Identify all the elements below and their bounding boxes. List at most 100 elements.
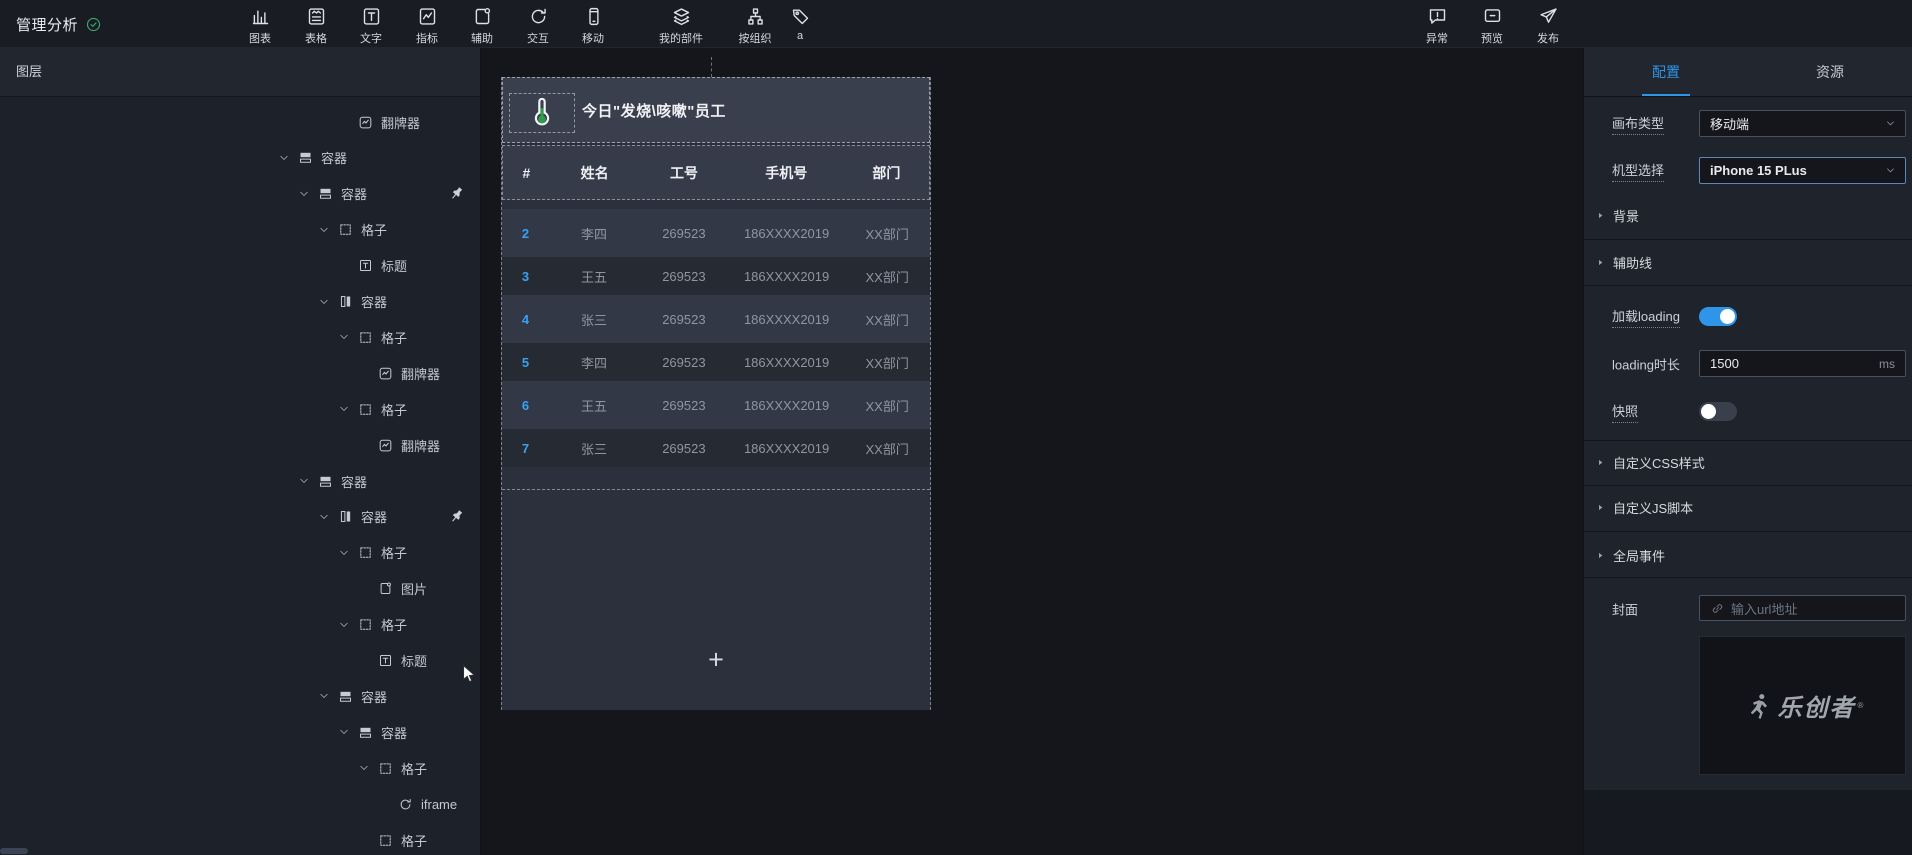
toolbar-item-label: 指标 (416, 30, 438, 46)
toolbar-item-7[interactable]: 移动 (557, 3, 629, 46)
chevron-down-icon[interactable] (318, 511, 338, 523)
add-component-area[interactable]: + (502, 489, 930, 710)
tree-item-label: 格子 (381, 400, 407, 419)
toolbar-item-10[interactable]: a (764, 3, 836, 42)
canvas[interactable]: 今日"发烧\咳嗽"员工 #姓名工号手机号部门 2李四269523186XXXX2… (481, 48, 1583, 855)
loading-duration-label: loading时长 (1612, 355, 1680, 374)
section-guides[interactable]: 辅助线 (1584, 250, 1912, 274)
section-custom-js[interactable]: 自定义JS脚本 (1584, 495, 1912, 519)
chevron-down-icon[interactable] (358, 762, 378, 774)
tree-item-label: 格子 (401, 759, 427, 778)
title-container[interactable]: 今日"发烧\咳嗽"员工 (502, 77, 930, 143)
cell-phone: 186XXXX2019 (729, 269, 845, 284)
table-row[interactable]: 7张三269523186XXXX2019XX部门 (502, 429, 930, 467)
app-root: { "app": { "title": "管理分析" }, "toolbar":… (0, 0, 1912, 855)
thermometer-box[interactable] (509, 93, 575, 133)
toolbar-action-3[interactable]: 发布 (1512, 3, 1584, 46)
tree-item[interactable]: 容器 (338, 720, 407, 744)
tree-item[interactable]: 格子 (338, 541, 407, 565)
mobile-icon (583, 6, 604, 27)
tree-item[interactable]: 容器 (298, 469, 367, 493)
chevron-down-icon[interactable] (298, 475, 318, 487)
tree-item[interactable]: 格子 (338, 325, 407, 349)
active-tab-underline (1642, 94, 1690, 96)
cell-name: 李四 (549, 353, 639, 372)
tree-item[interactable]: 容器 (318, 684, 387, 708)
tree-item[interactable]: 标题 (358, 649, 427, 673)
pin-icon[interactable] (448, 185, 465, 202)
cover-url-input[interactable]: 输入url地址 (1699, 595, 1906, 621)
tree-item[interactable]: 容器 (318, 505, 387, 529)
chevron-down-icon[interactable] (318, 296, 338, 308)
caret-right-icon (1596, 210, 1605, 221)
divider (1584, 285, 1912, 286)
chevron-down-icon[interactable] (318, 224, 338, 236)
tree-item[interactable]: 翻牌器 (358, 361, 440, 385)
tree-item[interactable]: 格子 (358, 756, 427, 780)
tree-item[interactable]: 容器 (298, 182, 367, 206)
artboard[interactable]: 今日"发烧\咳嗽"员工 #姓名工号手机号部门 2李四269523186XXXX2… (501, 77, 931, 710)
pin-icon[interactable] (448, 508, 465, 525)
section-custom-css[interactable]: 自定义CSS样式 (1584, 450, 1912, 474)
table-row[interactable]: 5李四269523186XXXX2019XX部门 (502, 343, 930, 381)
toolbar-item-8[interactable]: 我的部件 (645, 3, 717, 46)
chevron-down-icon[interactable] (338, 547, 358, 559)
chevron-down-icon[interactable] (338, 726, 358, 738)
container-h-icon (338, 689, 353, 704)
device-select[interactable]: iPhone 15 PLus (1699, 157, 1906, 184)
snapshot-label: 快照 (1612, 401, 1638, 423)
grid-icon (358, 545, 373, 560)
table-row[interactable]: 6王五269523186XXXX2019XX部门 (502, 381, 930, 429)
tab-config[interactable]: 配置 (1584, 48, 1748, 96)
divider (1584, 577, 1912, 578)
tree-item-label: 图片 (401, 579, 427, 598)
add-component-button[interactable]: + (708, 645, 724, 676)
tree-item[interactable]: 图片 (358, 577, 427, 601)
section-background[interactable]: 背景 (1584, 203, 1912, 227)
cell-name: 张三 (549, 439, 639, 458)
tree-item[interactable]: 格子 (338, 613, 407, 637)
divider (1584, 440, 1912, 441)
loading-duration-input[interactable]: 1500 ms (1699, 350, 1906, 377)
panel-bottom-area (1584, 790, 1912, 855)
chevron-down-icon[interactable] (298, 188, 318, 200)
tree-item[interactable]: 格子 (338, 397, 407, 421)
tree-item[interactable]: 格子 (318, 218, 387, 242)
artboard-title[interactable]: 今日"发烧\咳嗽"员工 (582, 78, 726, 142)
container-v-icon (338, 294, 353, 309)
tree-item[interactable]: 翻牌器 (338, 110, 420, 134)
chevron-down-icon[interactable] (318, 690, 338, 702)
chevron-down-icon[interactable] (278, 152, 298, 164)
project-title: 管理分析 (16, 14, 78, 35)
tree-item[interactable]: 容器 (278, 146, 347, 170)
chevron-down-icon[interactable] (338, 619, 358, 631)
snapshot-toggle[interactable] (1699, 402, 1737, 421)
chevron-down-icon[interactable] (338, 403, 358, 415)
table-header[interactable]: #姓名工号手机号部门 (502, 145, 930, 200)
title-icon (358, 258, 373, 273)
table-row[interactable]: 4张三269523186XXXX2019XX部门 (502, 295, 930, 343)
chevron-down-icon[interactable] (338, 331, 358, 343)
tab-resources[interactable]: 资源 (1748, 48, 1912, 96)
cell-phone: 186XXXX2019 (729, 355, 845, 370)
tree-item[interactable]: iframe (378, 792, 457, 816)
grid-icon (358, 330, 373, 345)
toolbar-item-label: 交互 (527, 30, 549, 46)
tree-item[interactable]: 标题 (338, 254, 407, 278)
loading-toggle[interactable] (1699, 307, 1737, 326)
horizontal-scrollbar[interactable] (0, 848, 28, 854)
layers-panel-header: 图层 (0, 48, 480, 97)
tree-item[interactable]: 容器 (318, 290, 387, 314)
saved-check-icon (85, 16, 102, 33)
cover-url-placeholder: 输入url地址 (1731, 599, 1797, 618)
canvas-type-select[interactable]: 移动端 (1699, 110, 1906, 137)
bar-chart-icon (250, 6, 271, 27)
section-global-events[interactable]: 全局事件 (1584, 543, 1912, 567)
tree-item-label: 容器 (361, 507, 387, 526)
table-row[interactable]: 2李四269523186XXXX2019XX部门 (502, 209, 930, 257)
cell-num: 3 (502, 269, 549, 284)
tree-item[interactable]: 格子 (358, 828, 427, 852)
table-row[interactable]: 3王五269523186XXXX2019XX部门 (502, 257, 930, 295)
tree-item[interactable]: 翻牌器 (358, 433, 440, 457)
preview-icon (1482, 6, 1503, 27)
